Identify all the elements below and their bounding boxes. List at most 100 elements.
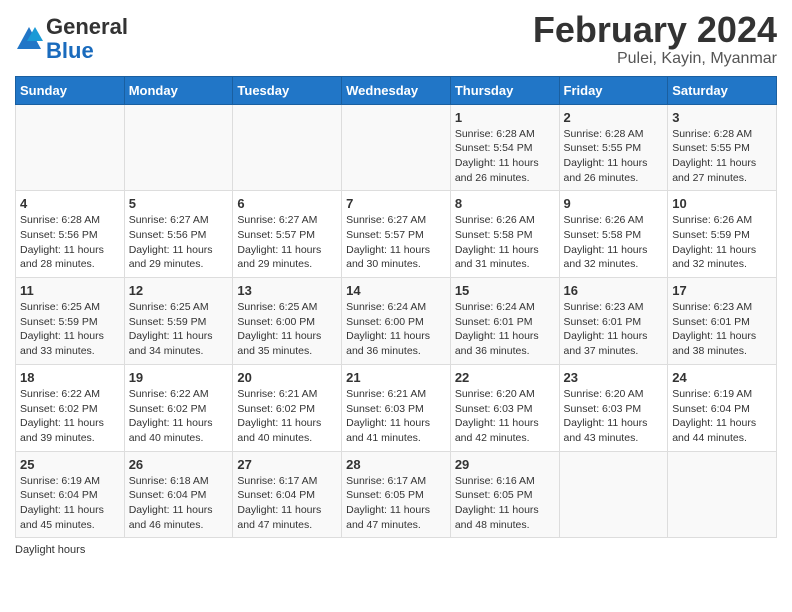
day-info: Sunrise: 6:24 AM Sunset: 6:00 PM Dayligh… (346, 300, 446, 359)
calendar-subtitle: Pulei, Kayin, Myanmar (533, 50, 777, 68)
footer: Daylight hours (15, 544, 777, 556)
day-info: Sunrise: 6:28 AM Sunset: 5:55 PM Dayligh… (564, 127, 664, 186)
day-info: Sunrise: 6:17 AM Sunset: 6:05 PM Dayligh… (346, 474, 446, 533)
calendar-day-cell: 19 Sunrise: 6:22 AM Sunset: 6:02 PM Dayli… (124, 364, 233, 451)
day-number: 11 (20, 283, 120, 298)
header-day: Friday (559, 76, 668, 104)
calendar-day-cell (559, 451, 668, 538)
day-number: 27 (237, 457, 337, 472)
day-info: Sunrise: 6:27 AM Sunset: 5:56 PM Dayligh… (129, 213, 229, 272)
day-info: Sunrise: 6:20 AM Sunset: 6:03 PM Dayligh… (455, 387, 555, 446)
footer-label: Daylight hours (15, 544, 85, 556)
day-number: 6 (237, 196, 337, 211)
logo-icon (15, 25, 43, 53)
calendar-week-row: 1Sunrise: 6:28 AM Sunset: 5:54 PM Daylig… (16, 104, 777, 191)
header-day: Thursday (450, 76, 559, 104)
calendar-day-cell: 6 Sunrise: 6:27 AM Sunset: 5:57 PM Daylig… (233, 191, 342, 278)
calendar-day-cell: 11 Sunrise: 6:25 AM Sunset: 5:59 PM Dayli… (16, 278, 125, 365)
calendar-day-cell (16, 104, 125, 191)
day-info: Sunrise: 6:26 AM Sunset: 5:58 PM Dayligh… (564, 213, 664, 272)
day-number: 22 (455, 370, 555, 385)
header-row: SundayMondayTuesdayWednesdayThursdayFrid… (16, 76, 777, 104)
calendar-day-cell: 13Sunrise: 6:25 AM Sunset: 6:00 PM Dayli… (233, 278, 342, 365)
day-info: Sunrise: 6:21 AM Sunset: 6:03 PM Dayligh… (346, 387, 446, 446)
calendar-week-row: 18 Sunrise: 6:22 AM Sunset: 6:02 PM Dayli… (16, 364, 777, 451)
calendar-day-cell (668, 451, 777, 538)
day-number: 18 (20, 370, 120, 385)
day-number: 21 (346, 370, 446, 385)
day-number: 12 (129, 283, 229, 298)
day-number: 20 (237, 370, 337, 385)
calendar-day-cell: 18 Sunrise: 6:22 AM Sunset: 6:02 PM Dayli… (16, 364, 125, 451)
day-number: 24 (672, 370, 772, 385)
calendar-day-cell: 4 Sunrise: 6:28 AM Sunset: 5:56 PM Daylig… (16, 191, 125, 278)
header-day: Saturday (668, 76, 777, 104)
day-number: 2 (564, 110, 664, 125)
day-info: Sunrise: 6:28 AM Sunset: 5:56 PM Dayligh… (20, 213, 120, 272)
calendar-day-cell: 10 Sunrise: 6:26 AM Sunset: 5:59 PM Dayli… (668, 191, 777, 278)
day-info: Sunrise: 6:20 AM Sunset: 6:03 PM Dayligh… (564, 387, 664, 446)
calendar-day-cell: 17 Sunrise: 6:23 AM Sunset: 6:01 PM Dayli… (668, 278, 777, 365)
calendar-day-cell: 3 Sunrise: 6:28 AM Sunset: 5:55 PM Daylig… (668, 104, 777, 191)
day-info: Sunrise: 6:21 AM Sunset: 6:02 PM Dayligh… (237, 387, 337, 446)
calendar-title: February 2024 (533, 10, 777, 50)
day-number: 4 (20, 196, 120, 211)
calendar-day-cell: 8Sunrise: 6:26 AM Sunset: 5:58 PM Daylig… (450, 191, 559, 278)
header-day: Tuesday (233, 76, 342, 104)
calendar-day-cell: 15Sunrise: 6:24 AM Sunset: 6:01 PM Dayli… (450, 278, 559, 365)
day-number: 14 (346, 283, 446, 298)
calendar-day-cell: 1Sunrise: 6:28 AM Sunset: 5:54 PM Daylig… (450, 104, 559, 191)
calendar-day-cell: 16Sunrise: 6:23 AM Sunset: 6:01 PM Dayli… (559, 278, 668, 365)
day-info: Sunrise: 6:25 AM Sunset: 5:59 PM Dayligh… (20, 300, 120, 359)
day-info: Sunrise: 6:16 AM Sunset: 6:05 PM Dayligh… (455, 474, 555, 533)
calendar-header: SundayMondayTuesdayWednesdayThursdayFrid… (16, 76, 777, 104)
logo-blue-text: Blue (46, 38, 94, 63)
day-number: 3 (672, 110, 772, 125)
day-number: 19 (129, 370, 229, 385)
calendar-day-cell: 29 Sunrise: 6:16 AM Sunset: 6:05 PM Dayli… (450, 451, 559, 538)
day-info: Sunrise: 6:17 AM Sunset: 6:04 PM Dayligh… (237, 474, 337, 533)
day-info: Sunrise: 6:26 AM Sunset: 5:59 PM Dayligh… (672, 213, 772, 272)
calendar-day-cell: 9Sunrise: 6:26 AM Sunset: 5:58 PM Daylig… (559, 191, 668, 278)
calendar-table: SundayMondayTuesdayWednesdayThursdayFrid… (15, 76, 777, 539)
day-number: 28 (346, 457, 446, 472)
day-info: Sunrise: 6:19 AM Sunset: 6:04 PM Dayligh… (672, 387, 772, 446)
calendar-day-cell (124, 104, 233, 191)
header-day: Sunday (16, 76, 125, 104)
calendar-day-cell (342, 104, 451, 191)
day-info: Sunrise: 6:28 AM Sunset: 5:55 PM Dayligh… (672, 127, 772, 186)
calendar-body: 1Sunrise: 6:28 AM Sunset: 5:54 PM Daylig… (16, 104, 777, 538)
calendar-day-cell: 23Sunrise: 6:20 AM Sunset: 6:03 PM Dayli… (559, 364, 668, 451)
day-info: Sunrise: 6:22 AM Sunset: 6:02 PM Dayligh… (129, 387, 229, 446)
day-number: 10 (672, 196, 772, 211)
day-number: 7 (346, 196, 446, 211)
calendar-day-cell: 20 Sunrise: 6:21 AM Sunset: 6:02 PM Dayli… (233, 364, 342, 451)
logo-general-text: General (46, 14, 128, 39)
day-number: 17 (672, 283, 772, 298)
day-info: Sunrise: 6:23 AM Sunset: 6:01 PM Dayligh… (564, 300, 664, 359)
page-header: General Blue February 2024 Pulei, Kayin,… (15, 10, 777, 68)
day-info: Sunrise: 6:27 AM Sunset: 5:57 PM Dayligh… (346, 213, 446, 272)
calendar-day-cell: 25Sunrise: 6:19 AM Sunset: 6:04 PM Dayli… (16, 451, 125, 538)
day-number: 29 (455, 457, 555, 472)
calendar-day-cell: 28 Sunrise: 6:17 AM Sunset: 6:05 PM Dayli… (342, 451, 451, 538)
calendar-day-cell: 2 Sunrise: 6:28 AM Sunset: 5:55 PM Daylig… (559, 104, 668, 191)
header-day: Monday (124, 76, 233, 104)
day-info: Sunrise: 6:27 AM Sunset: 5:57 PM Dayligh… (237, 213, 337, 272)
title-block: February 2024 Pulei, Kayin, Myanmar (533, 10, 777, 68)
day-info: Sunrise: 6:22 AM Sunset: 6:02 PM Dayligh… (20, 387, 120, 446)
day-info: Sunrise: 6:24 AM Sunset: 6:01 PM Dayligh… (455, 300, 555, 359)
day-number: 13 (237, 283, 337, 298)
calendar-day-cell: 24 Sunrise: 6:19 AM Sunset: 6:04 PM Dayli… (668, 364, 777, 451)
day-number: 26 (129, 457, 229, 472)
calendar-day-cell: 26 Sunrise: 6:18 AM Sunset: 6:04 PM Dayli… (124, 451, 233, 538)
day-number: 25 (20, 457, 120, 472)
calendar-day-cell: 12 Sunrise: 6:25 AM Sunset: 5:59 PM Dayli… (124, 278, 233, 365)
day-info: Sunrise: 6:18 AM Sunset: 6:04 PM Dayligh… (129, 474, 229, 533)
calendar-day-cell: 7 Sunrise: 6:27 AM Sunset: 5:57 PM Daylig… (342, 191, 451, 278)
header-day: Wednesday (342, 76, 451, 104)
calendar-day-cell (233, 104, 342, 191)
day-info: Sunrise: 6:28 AM Sunset: 5:54 PM Dayligh… (455, 127, 555, 186)
day-info: Sunrise: 6:23 AM Sunset: 6:01 PM Dayligh… (672, 300, 772, 359)
day-info: Sunrise: 6:25 AM Sunset: 5:59 PM Dayligh… (129, 300, 229, 359)
